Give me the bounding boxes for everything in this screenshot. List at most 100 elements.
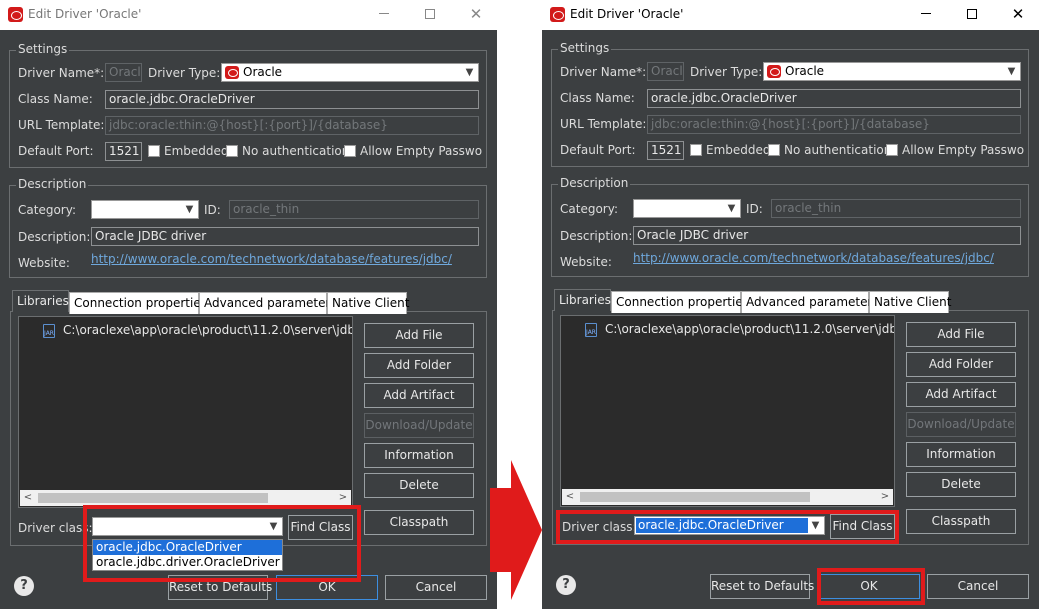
allow-empty-checkbox[interactable] xyxy=(886,144,898,156)
id-label: ID: xyxy=(204,203,221,217)
scroll-left-icon[interactable]: < xyxy=(20,490,36,506)
tab-connection-properties[interactable]: Connection properties xyxy=(69,292,207,314)
information-button[interactable]: Information xyxy=(364,443,474,468)
download-update-button[interactable]: Download/Update xyxy=(364,413,474,438)
highlight-box xyxy=(556,510,899,544)
website-link[interactable]: http://www.oracle.com/technetwork/databa… xyxy=(91,252,452,266)
oracle-logo-icon xyxy=(8,7,23,22)
help-icon[interactable]: ? xyxy=(14,576,34,596)
class-name-field[interactable]: oracle.jdbc.OracleDriver xyxy=(647,89,1021,108)
highlight-box xyxy=(83,505,361,582)
add-artifact-button[interactable]: Add Artifact xyxy=(364,383,474,408)
tab-advanced-parameters[interactable]: Advanced parameters xyxy=(199,292,337,314)
highlight-box xyxy=(817,568,925,605)
no-auth-checkbox[interactable] xyxy=(226,145,238,157)
chevron-down-icon[interactable]: ▼ xyxy=(462,65,477,80)
classpath-button[interactable]: Classpath xyxy=(364,510,474,535)
close-icon[interactable]: ✕ xyxy=(465,4,487,24)
oracle-driver-icon xyxy=(767,65,781,78)
title-bar: Edit Driver 'Oracle' ✕ xyxy=(542,0,1039,30)
description-field[interactable]: Oracle JDBC driver xyxy=(633,226,1021,245)
minimize-icon[interactable] xyxy=(915,4,937,24)
allow-empty-checkbox[interactable] xyxy=(344,145,356,157)
description-label: Description: xyxy=(18,230,91,244)
classpath-button[interactable]: Classpath xyxy=(906,509,1016,534)
tab-native-client[interactable]: Native Client xyxy=(327,292,409,314)
driver-name-field[interactable]: Oracle xyxy=(105,63,142,82)
no-auth-checkbox[interactable] xyxy=(768,144,780,156)
driver-type-select[interactable]: Oracle ▼ xyxy=(221,63,479,82)
category-select[interactable]: ▼ xyxy=(633,199,741,218)
website-link[interactable]: http://www.oracle.com/technetwork/databa… xyxy=(633,251,994,265)
driver-type-label: Driver Type: xyxy=(148,66,221,80)
maximize-icon[interactable] xyxy=(419,4,441,24)
embedded-checkbox[interactable] xyxy=(690,144,702,156)
scroll-right-icon[interactable]: > xyxy=(877,489,893,505)
delete-button[interactable]: Delete xyxy=(364,473,474,498)
embedded-label: Embedded xyxy=(706,143,771,157)
description-field[interactable]: Oracle JDBC driver xyxy=(91,227,479,246)
libraries-list[interactable]: JAR C:\oraclexe\app\oracle\product\11.2.… xyxy=(18,316,353,508)
default-port-field[interactable]: 1521 xyxy=(647,141,684,160)
class-name-label: Class Name: xyxy=(560,91,635,105)
list-item[interactable]: JAR C:\oraclexe\app\oracle\product\11.2.… xyxy=(43,323,352,338)
chevron-down-icon[interactable]: ▼ xyxy=(724,201,739,216)
url-template-field[interactable]: jdbc:oracle:thin:@{host}[:{port}]/{datab… xyxy=(647,115,1021,134)
scrollbar-thumb[interactable] xyxy=(580,492,810,502)
add-folder-button[interactable]: Add Folder xyxy=(906,352,1016,377)
embedded-checkbox[interactable] xyxy=(148,145,160,157)
list-item[interactable]: JAR C:\oraclexe\app\oracle\product\11.2.… xyxy=(585,322,894,337)
add-file-button[interactable]: Add File xyxy=(364,323,474,348)
default-port-field[interactable]: 1521 xyxy=(105,142,142,161)
download-update-button[interactable]: Download/Update xyxy=(906,412,1016,437)
horizontal-scrollbar[interactable]: < > xyxy=(562,489,893,505)
default-port-label: Default Port: xyxy=(560,143,636,157)
window-title: Edit Driver 'Oracle' xyxy=(28,7,142,21)
title-bar: Edit Driver 'Oracle' ✕ xyxy=(0,0,497,30)
description-legend: Description xyxy=(16,177,89,191)
id-field[interactable]: oracle_thin xyxy=(771,199,1021,218)
category-label: Category: xyxy=(560,202,618,216)
chevron-down-icon[interactable]: ▼ xyxy=(1004,64,1019,79)
add-artifact-button[interactable]: Add Artifact xyxy=(906,382,1016,407)
information-button[interactable]: Information xyxy=(906,442,1016,467)
driver-type-value: Oracle xyxy=(785,64,825,78)
chevron-down-icon[interactable]: ▼ xyxy=(182,202,197,217)
help-icon[interactable]: ? xyxy=(556,575,576,595)
settings-legend: Settings xyxy=(558,41,612,55)
tab-libraries[interactable]: Libraries xyxy=(554,289,611,311)
arrow-right-icon xyxy=(490,460,542,600)
category-label: Category: xyxy=(18,203,76,217)
driver-type-select[interactable]: Oracle ▼ xyxy=(763,62,1021,81)
class-name-label: Class Name: xyxy=(18,92,93,106)
edit-driver-dialog-before: Edit Driver 'Oracle' ✕ Settings Driver N… xyxy=(0,0,497,609)
minimize-icon[interactable] xyxy=(373,4,395,24)
delete-button[interactable]: Delete xyxy=(906,472,1016,497)
scroll-right-icon[interactable]: > xyxy=(335,490,351,506)
scroll-left-icon[interactable]: < xyxy=(562,489,578,505)
scrollbar-thumb[interactable] xyxy=(38,493,268,503)
cancel-button[interactable]: Cancel xyxy=(927,574,1029,599)
tab-connection-properties[interactable]: Connection properties xyxy=(611,291,749,313)
tab-libraries[interactable]: Libraries xyxy=(12,290,69,312)
id-field[interactable]: oracle_thin xyxy=(229,200,479,219)
category-select[interactable]: ▼ xyxy=(91,200,199,219)
add-folder-button[interactable]: Add Folder xyxy=(364,353,474,378)
driver-name-field[interactable]: Oracle xyxy=(647,62,684,81)
cancel-button[interactable]: Cancel xyxy=(385,575,487,600)
tab-native-client[interactable]: Native Client xyxy=(869,291,951,313)
id-label: ID: xyxy=(746,202,763,216)
add-file-button[interactable]: Add File xyxy=(906,322,1016,347)
class-name-field[interactable]: oracle.jdbc.OracleDriver xyxy=(105,90,479,109)
allow-empty-label: Allow Empty Password xyxy=(902,143,1024,157)
close-icon[interactable]: ✕ xyxy=(1007,4,1029,24)
url-template-field[interactable]: jdbc:oracle:thin:@{host}[:{port}]/{datab… xyxy=(105,116,479,135)
settings-legend: Settings xyxy=(16,42,70,56)
libraries-list[interactable]: JAR C:\oraclexe\app\oracle\product\11.2.… xyxy=(560,315,895,507)
reset-to-defaults-button[interactable]: Reset to Defaults xyxy=(710,574,814,599)
description-label: Description: xyxy=(560,229,633,243)
horizontal-scrollbar[interactable]: < > xyxy=(20,490,351,506)
maximize-icon[interactable] xyxy=(961,4,983,24)
tab-advanced-parameters[interactable]: Advanced parameters xyxy=(741,291,879,313)
jar-file-icon: JAR xyxy=(43,324,55,338)
